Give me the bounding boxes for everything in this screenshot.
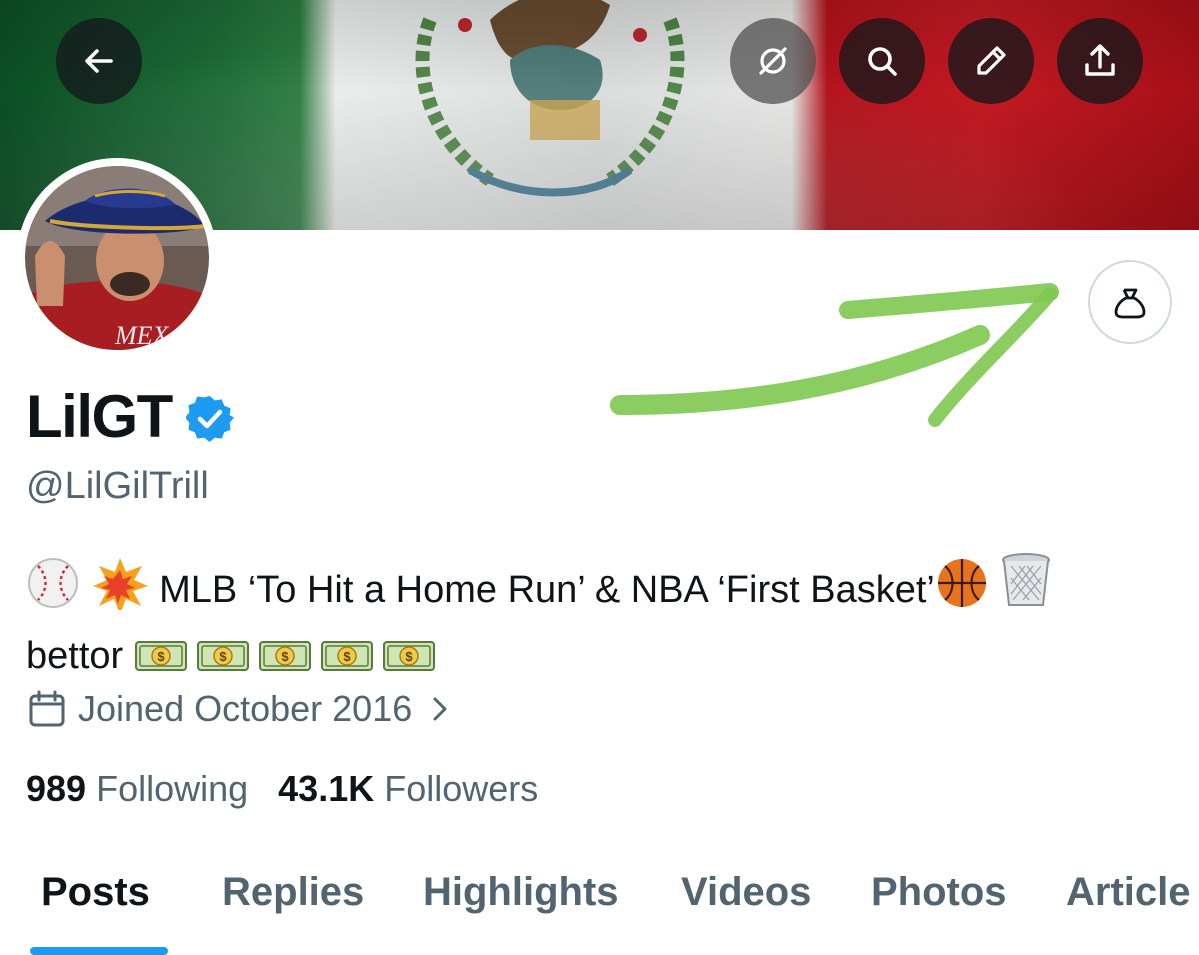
tab-highlights[interactable]: Highlights — [423, 870, 619, 915]
tip-button[interactable] — [1088, 260, 1172, 344]
svg-text:MEX: MEX — [114, 321, 170, 350]
following-link[interactable]: 989 Following — [26, 768, 248, 810]
search-button[interactable] — [839, 18, 925, 104]
profile-tabs: Posts Replies Highlights Videos Photos A… — [0, 860, 1199, 955]
followers-count: 43.1K — [278, 768, 375, 809]
share-button[interactable] — [1057, 18, 1143, 104]
wastebasket-emoji-icon — [999, 552, 1053, 627]
followers-link[interactable]: 43.1K Followers — [278, 768, 538, 810]
joined-date: Joined October 2016 — [78, 688, 413, 729]
profile-bio: MLB ‘To Hit a Home Run’ & NBA ‘First Bas… — [26, 552, 1176, 693]
tab-article[interactable]: Article — [1066, 870, 1191, 915]
dollar-banknote-emoji-icon: $ — [134, 635, 188, 693]
edit-icon — [977, 46, 1006, 75]
svg-text:$: $ — [405, 649, 413, 664]
annotation-arrow — [610, 283, 1059, 427]
verified-badge-icon[interactable] — [185, 395, 234, 443]
followers-label: Followers — [384, 768, 539, 809]
grok-button[interactable] — [730, 18, 816, 104]
share-icon — [1085, 44, 1115, 76]
grok-icon — [759, 47, 787, 75]
tab-videos[interactable]: Videos — [681, 870, 811, 915]
following-label: Following — [96, 768, 249, 809]
dollar-banknote-emoji-icon: $ — [382, 635, 436, 693]
profile-avatar[interactable]: MEX — [17, 158, 217, 358]
dollar-banknote-emoji-icon: $ — [320, 635, 374, 693]
active-tab-indicator — [30, 947, 168, 955]
tab-photos[interactable]: Photos — [871, 870, 1007, 915]
display-name: LilGT — [26, 383, 173, 450]
follow-stats: 989 Following 43.1K Followers — [26, 768, 538, 810]
svg-text:$: $ — [219, 649, 227, 664]
bio-text-main: MLB ‘To Hit a Home Run’ & NBA ‘First Bas… — [159, 569, 935, 611]
money-emoji-row: $ $ $ $ $ — [134, 635, 444, 677]
basketball-emoji-icon — [935, 556, 989, 627]
search-icon — [868, 47, 897, 76]
edit-button[interactable] — [948, 18, 1034, 104]
money-bag-icon — [1114, 288, 1146, 319]
tab-posts[interactable]: Posts — [41, 870, 150, 915]
name-row: LilGT — [26, 384, 234, 450]
back-button[interactable] — [56, 18, 142, 104]
joined-date-row[interactable]: Joined October 2016 — [26, 688, 454, 730]
tab-replies[interactable]: Replies — [222, 870, 364, 915]
collision-emoji-icon — [91, 556, 149, 627]
svg-text:$: $ — [281, 649, 289, 664]
bio-text-second: bettor — [26, 635, 124, 677]
back-arrow-icon — [85, 49, 113, 73]
following-count: 989 — [26, 768, 87, 809]
calendar-icon — [29, 690, 65, 727]
svg-text:$: $ — [157, 649, 165, 664]
avatar-photo: MEX — [25, 166, 209, 350]
svg-text:$: $ — [343, 649, 351, 664]
baseball-emoji-icon — [26, 556, 80, 627]
dollar-banknote-emoji-icon: $ — [258, 635, 312, 693]
profile-handle: @LilGilTrill — [26, 465, 209, 507]
chevron-right-icon — [433, 697, 447, 721]
dollar-banknote-emoji-icon: $ — [196, 635, 250, 693]
